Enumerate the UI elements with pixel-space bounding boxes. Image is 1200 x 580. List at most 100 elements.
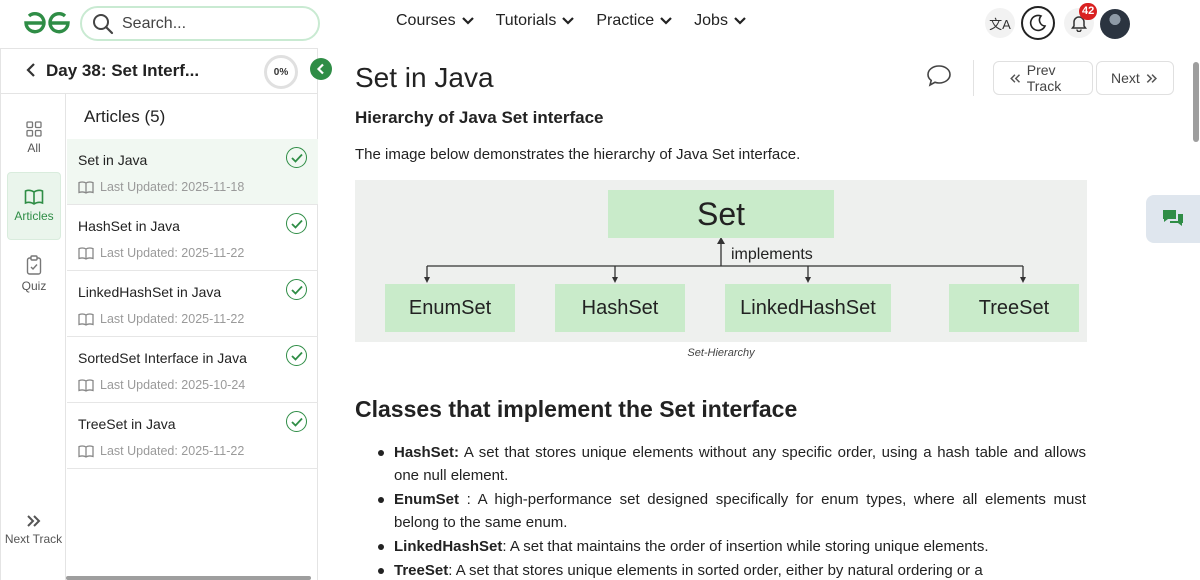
chevron-left-icon [316,63,324,75]
bullet-text: : A set that stores unique elements in s… [448,562,983,579]
rail-item-articles-label: Articles [14,209,54,223]
list-item[interactable]: LinkedHashSet in Java Last Updated: 2025… [67,271,318,337]
collapse-sidebar-button[interactable] [310,58,332,80]
article-date: Last Updated: 2025-11-22 [78,444,244,458]
check-circle-icon [286,345,307,366]
horizontal-scrollbar[interactable] [66,576,311,580]
rail-item-all[interactable]: All [7,104,61,172]
rail-item-all-label: All [27,141,41,155]
next-button[interactable]: Next [1096,61,1174,95]
divider [973,60,974,96]
list-item[interactable]: Set in Java Last Updated: 2025-11-18 [67,139,318,205]
bullet-term: EnumSet [394,491,460,508]
next-track-link[interactable]: Next Track [1,514,66,546]
articles-heading: Articles (5) [84,107,166,126]
translate-icon: 文A [989,16,1011,32]
article-date: Last Updated: 2025-10-24 [78,378,245,392]
clipboard-icon [26,255,42,275]
user-avatar[interactable] [1100,9,1130,39]
nav-jobs-label: Jobs [694,12,728,29]
book-icon [78,378,94,392]
diagram-node-enumset: EnumSet [385,284,515,332]
diagram-node-hashset: HashSet [555,284,685,332]
main-nav: Courses Tutorials Practice Jobs [396,12,768,30]
day-title[interactable]: Day 38: Set Interf... [46,61,199,81]
search-box[interactable] [80,6,320,41]
article-date-text: Last Updated: 2025-10-24 [100,378,246,392]
article-title: LinkedHashSet in Java [78,284,222,300]
comment-icon[interactable] [926,64,952,88]
list-item: HashSet: A set that stores unique elemen… [374,441,1086,487]
check-circle-icon [286,147,307,168]
rail-item-quiz[interactable]: Quiz [7,240,61,308]
intro-paragraph: The image below demonstrates the hierarc… [355,146,801,163]
book-icon [78,312,94,326]
bullet-text: : A set that maintains the order of inse… [502,538,989,555]
list-item[interactable]: HashSet in Java Last Updated: 2025-11-22 [67,205,318,271]
bullet-text: : A high-performance set designed specif… [394,491,1086,531]
page-title: Set in Java [355,62,494,93]
dark-mode-toggle[interactable] [1021,6,1055,40]
article-date: Last Updated: 2025-11-22 [78,312,244,326]
list-item[interactable]: SortedSet Interface in Java Last Updated… [67,337,318,403]
search-icon [93,13,114,34]
diagram-node-linkedhashset: LinkedHashSet [725,284,891,332]
search-input[interactable] [122,14,302,33]
article-date: Last Updated: 2025-11-18 [78,180,244,194]
book-icon [24,189,44,205]
prev-track-button[interactable]: Prev Track [993,61,1093,95]
nav-tutorials-label: Tutorials [495,12,557,29]
article-date-text: Last Updated: 2025-11-22 [100,246,245,260]
article-title: TreeSet in Java [78,416,176,432]
article-content: Set in Java Prev Track Next Hierarchy of… [318,48,1188,580]
rail-item-articles[interactable]: Articles [7,172,61,240]
diagram-node-set: Set [608,190,834,238]
nav-courses-label: Courses [396,12,456,29]
double-chevron-left-icon [1010,73,1021,83]
article-title: HashSet in Java [78,218,180,234]
sidebar-rail: All Articles Quiz Next Track [1,94,66,580]
classes-list: HashSet: A set that stores unique elemen… [374,441,1086,580]
bullet-text: A set that stores unique elements withou… [394,444,1086,484]
list-item: TreeSet: A set that stores unique elemen… [374,559,1086,580]
article-title: SortedSet Interface in Java [78,350,247,366]
nav-practice[interactable]: Practice [596,12,672,30]
day-header: Day 38: Set Interf... 0% [1,49,318,94]
grid-icon [26,121,42,137]
nav-courses[interactable]: Courses [396,12,474,30]
check-circle-icon [286,411,307,432]
chevron-left-icon[interactable] [25,62,37,78]
article-date: Last Updated: 2025-11-22 [78,246,244,260]
article-date-text: Last Updated: 2025-11-22 [100,444,245,458]
rail-item-quiz-label: Quiz [21,279,47,293]
diagram-node-treeset: TreeSet [949,284,1079,332]
nav-jobs[interactable]: Jobs [694,12,746,30]
chat-icon [1163,210,1183,226]
check-circle-icon [286,279,307,300]
chevron-down-icon [461,17,474,25]
progress-ring: 0% [264,55,298,89]
moon-icon [1029,14,1047,32]
next-label: Next [1111,70,1140,86]
bullet-term: HashSet: [394,444,460,461]
translate-button[interactable]: 文A [985,8,1015,38]
chat-button[interactable] [1146,195,1200,243]
section-heading: Hierarchy of Java Set interface [355,108,604,127]
book-icon [78,246,94,260]
double-chevron-right-icon [26,515,40,527]
top-navbar: Courses Tutorials Practice Jobs 文A 42 [0,0,1200,48]
course-sidebar: Day 38: Set Interf... 0% All Articles Qu… [0,48,318,580]
chevron-down-icon [660,17,672,25]
vertical-scrollbar[interactable] [1193,62,1199,142]
article-title: Set in Java [78,152,148,168]
nav-tutorials[interactable]: Tutorials [496,12,575,30]
article-date-text: Last Updated: 2025-11-22 [100,312,245,326]
book-icon [78,180,94,194]
list-item[interactable]: TreeSet in Java Last Updated: 2025-11-22 [67,403,318,469]
double-chevron-right-icon [1146,73,1157,83]
gfg-logo[interactable] [22,9,72,37]
list-item: EnumSet : A high-performance set designe… [374,488,1086,534]
chevron-down-icon [562,17,575,25]
check-circle-icon [286,213,307,234]
bullet-term: TreeSet [394,562,449,579]
